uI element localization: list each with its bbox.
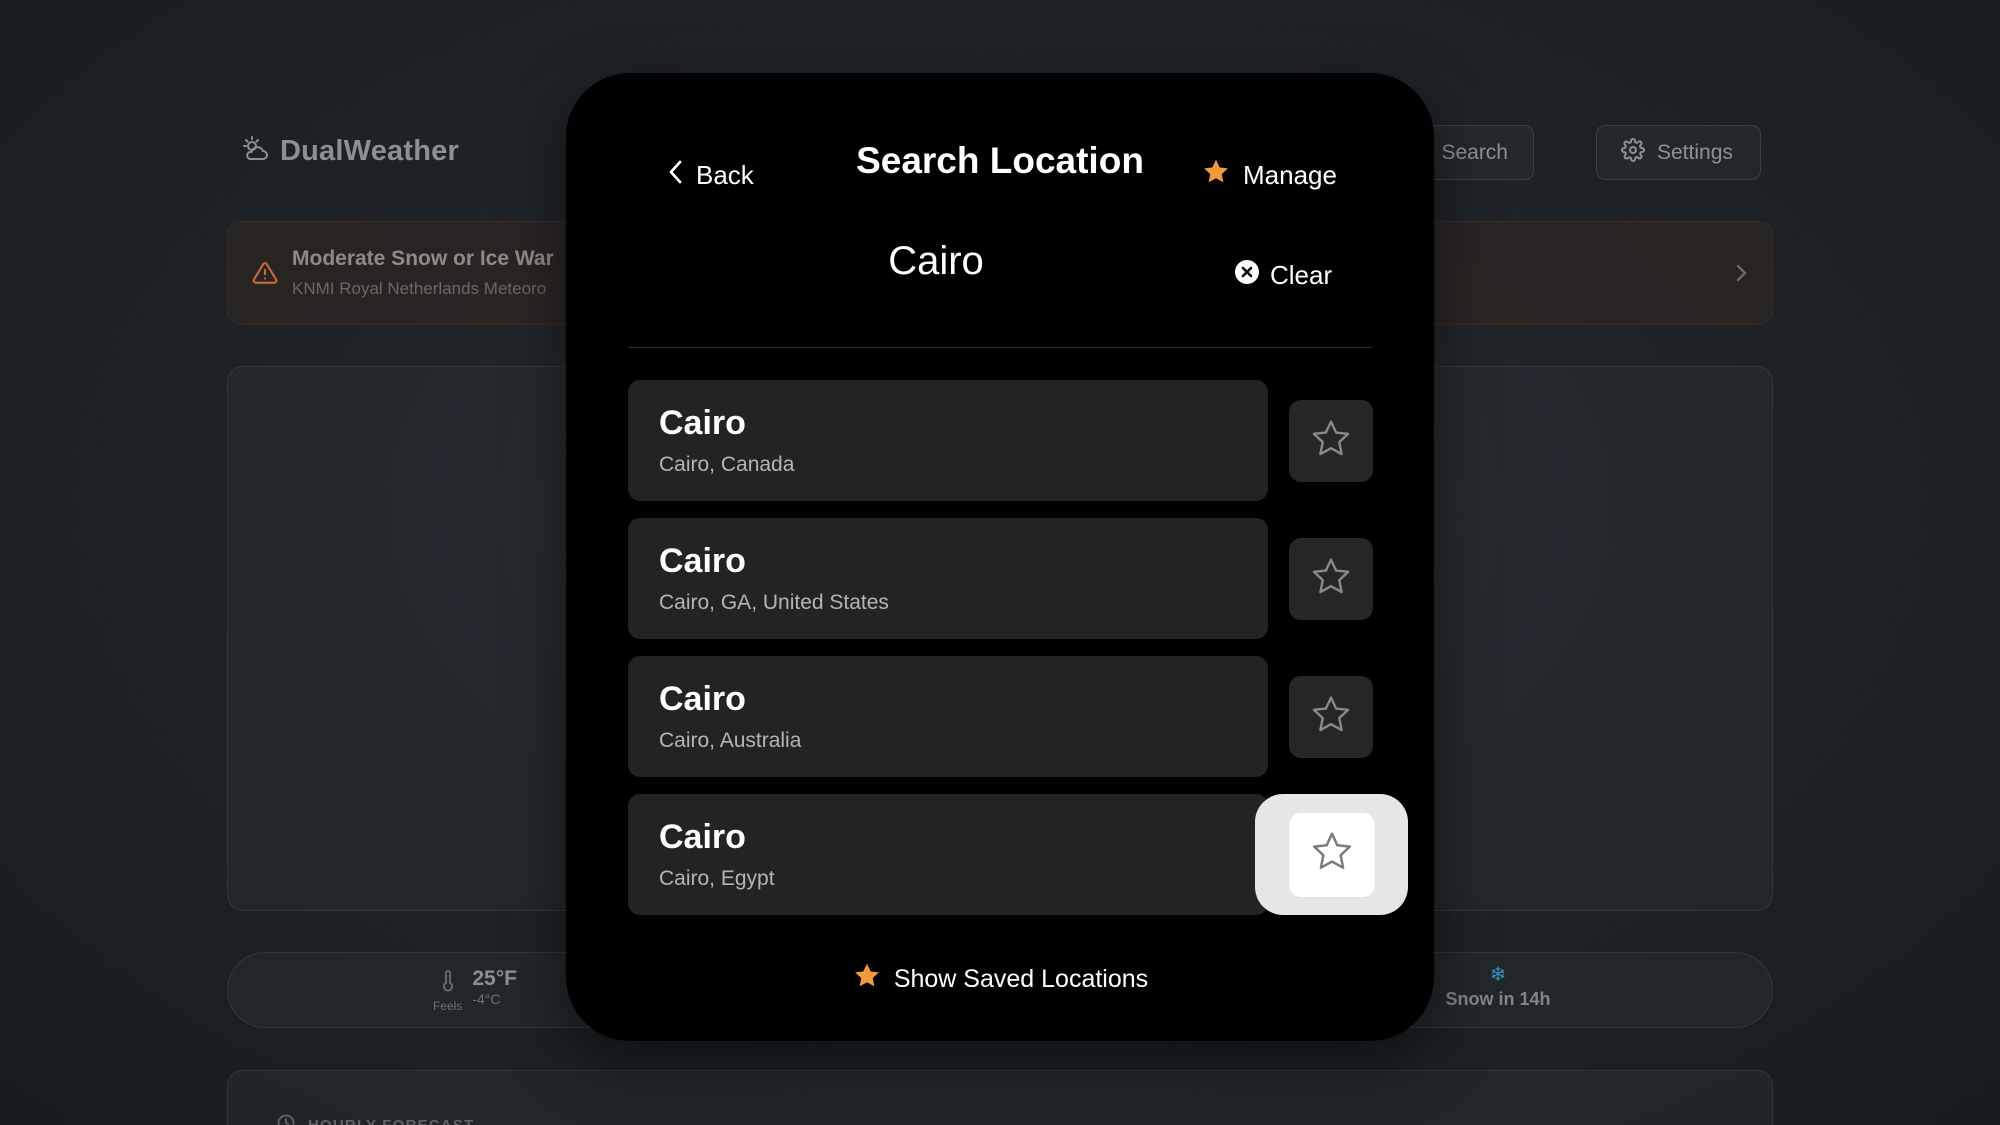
chevron-right-icon bbox=[1730, 260, 1752, 291]
result-item[interactable]: Cairo Cairo, Australia bbox=[628, 656, 1268, 777]
gear-icon bbox=[1621, 137, 1645, 168]
search-location-modal: Back Search Location Manage Cairo Clear … bbox=[566, 73, 1434, 1041]
star-outline-icon bbox=[1309, 417, 1353, 466]
result-row: Cairo Cairo, Australia bbox=[628, 656, 1373, 777]
alert-source: KNMI Royal Netherlands Meteoro bbox=[292, 279, 547, 298]
result-item[interactable]: Cairo Cairo, GA, United States bbox=[628, 518, 1268, 639]
snow-forecast-stat: ❄ Snow in 14h bbox=[1423, 965, 1573, 1010]
snowflake-icon: ❄ bbox=[1489, 964, 1507, 986]
result-name: Cairo bbox=[659, 680, 746, 718]
result-name: Cairo bbox=[659, 818, 746, 856]
results-list: Cairo Cairo, Canada Cairo Cairo, GA, Uni… bbox=[628, 380, 1408, 932]
clock-icon bbox=[276, 1113, 296, 1125]
alert-title: Moderate Snow or Ice War bbox=[292, 247, 554, 270]
favorite-button[interactable] bbox=[1289, 400, 1373, 482]
star-filled-icon bbox=[852, 961, 882, 998]
star-filled-icon bbox=[1201, 157, 1231, 194]
favorite-button-inner bbox=[1288, 812, 1375, 897]
search-button-label: Search bbox=[1441, 140, 1508, 164]
app-name: DualWeather bbox=[280, 135, 459, 167]
search-input[interactable]: Cairo bbox=[786, 239, 1086, 284]
result-detail: Cairo, Australia bbox=[659, 729, 802, 752]
hourly-forecast-title: HOURLY FORECAST bbox=[276, 1113, 474, 1125]
saved-label: Show Saved Locations bbox=[893, 965, 1149, 993]
result-detail: Cairo, Egypt bbox=[659, 867, 775, 890]
clear-label: Clear bbox=[1270, 259, 1333, 290]
thermometer-icon bbox=[441, 970, 455, 997]
result-name: Cairo bbox=[659, 404, 746, 442]
feels-temp-c: -4°C bbox=[472, 991, 501, 1007]
result-row: Cairo Cairo, Canada bbox=[628, 380, 1373, 501]
hourly-forecast-card: HOURLY FORECAST bbox=[227, 1070, 1773, 1125]
manage-label: Manage bbox=[1243, 159, 1337, 190]
result-detail: Cairo, Canada bbox=[659, 453, 795, 476]
result-item[interactable]: Cairo Cairo, Canada bbox=[628, 380, 1268, 501]
warning-icon bbox=[252, 260, 278, 291]
divider bbox=[628, 347, 1373, 348]
x-circle-icon bbox=[1234, 259, 1260, 292]
result-row: Cairo Cairo, Egypt bbox=[628, 794, 1408, 915]
favorite-button[interactable] bbox=[1289, 676, 1373, 758]
feels-like-stat: Feels 25°F -4°C bbox=[433, 967, 517, 1013]
star-outline-icon bbox=[1309, 555, 1353, 604]
show-saved-locations-button[interactable]: Show Saved Locations bbox=[566, 961, 1434, 998]
feels-temp-f: 25°F bbox=[472, 967, 517, 990]
favorite-button[interactable] bbox=[1289, 538, 1373, 620]
hourly-title-text: HOURLY FORECAST bbox=[308, 1116, 475, 1125]
favorite-button-focused[interactable] bbox=[1255, 794, 1408, 915]
star-outline-icon bbox=[1309, 829, 1355, 880]
star-outline-icon bbox=[1309, 693, 1353, 742]
result-item[interactable]: Cairo Cairo, Egypt bbox=[628, 794, 1268, 915]
result-detail: Cairo, GA, United States bbox=[659, 591, 889, 614]
settings-button[interactable]: Settings bbox=[1596, 125, 1761, 180]
cloud-sun-icon bbox=[242, 135, 270, 168]
result-name: Cairo bbox=[659, 542, 746, 580]
settings-button-label: Settings bbox=[1657, 140, 1733, 164]
result-row: Cairo Cairo, GA, United States bbox=[628, 518, 1373, 639]
brand: DualWeather bbox=[242, 135, 459, 168]
clear-button[interactable]: Clear bbox=[1234, 253, 1332, 297]
feels-label: Feels bbox=[433, 999, 463, 1013]
manage-button[interactable]: Manage bbox=[1201, 150, 1337, 200]
snow-text: Snow in 14h bbox=[1445, 989, 1551, 1009]
